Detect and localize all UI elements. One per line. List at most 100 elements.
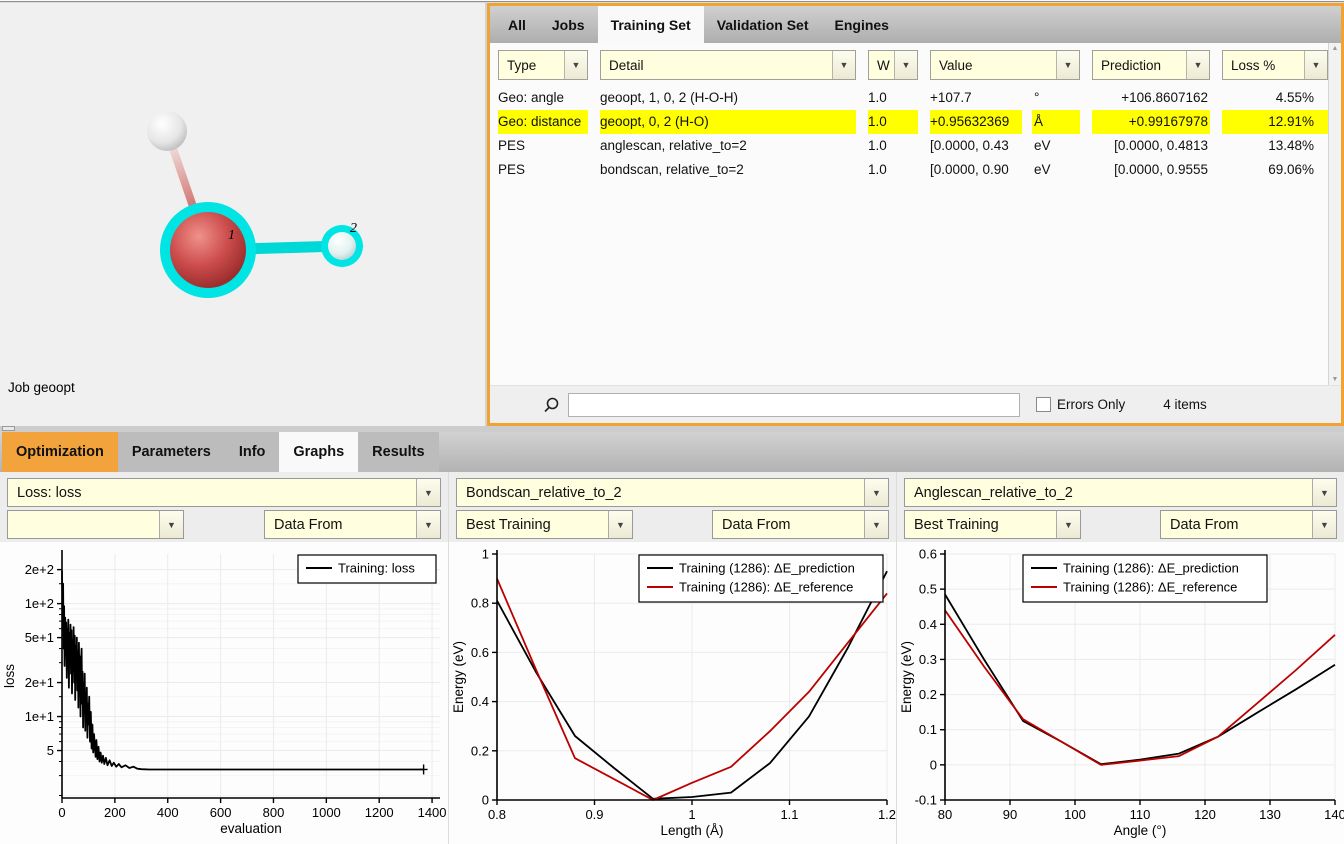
graph-source-dropdown[interactable]: Anglescan_relative_to_2 ▼ bbox=[904, 478, 1337, 507]
chevron-down-icon[interactable]: ▼ bbox=[1056, 511, 1080, 538]
svg-text:5: 5 bbox=[47, 743, 54, 758]
hydrogen2-atom[interactable] bbox=[328, 232, 356, 260]
cell-prediction: [0.0000, 0.9555 bbox=[1092, 158, 1210, 182]
column-header-prediction[interactable]: Prediction▼ bbox=[1092, 50, 1210, 80]
cell-type: Geo: distance bbox=[498, 110, 588, 134]
training-data-panel: All Jobs Training Set Validation Set Eng… bbox=[487, 3, 1344, 426]
svg-text:130: 130 bbox=[1259, 807, 1281, 822]
oxygen-atom[interactable] bbox=[170, 212, 246, 288]
svg-text:0.8: 0.8 bbox=[488, 807, 506, 822]
optimization-tabbar: Optimization Parameters Info Graphs Resu… bbox=[0, 432, 1344, 472]
series-select-dropdown[interactable]: Best Training ▼ bbox=[456, 510, 633, 539]
chevron-down-icon[interactable]: ▼ bbox=[1312, 479, 1336, 506]
column-header-w[interactable]: W▼ bbox=[868, 50, 918, 80]
data-from-dropdown[interactable]: Data From▼ bbox=[1160, 510, 1337, 539]
optimization-panel: Optimization Parameters Info Graphs Resu… bbox=[0, 432, 1344, 844]
cell-detail: anglescan, relative_to=2 bbox=[600, 134, 856, 158]
table-row[interactable]: Geo: anglegeoopt, 1, 0, 2 (H-O-H)1.0+107… bbox=[490, 86, 1341, 110]
hydrogen1-atom[interactable] bbox=[147, 111, 187, 151]
table-header-row: Type▼ Detail ▼ W▼ Value▼ Prediction▼ Loss… bbox=[490, 50, 1341, 80]
table-scrollbar[interactable]: ▲ ▼ bbox=[1328, 43, 1341, 385]
splitter-handle[interactable] bbox=[2, 426, 15, 431]
svg-text:Angle (°): Angle (°) bbox=[1114, 823, 1167, 838]
data-from-dropdown[interactable]: Data From▼ bbox=[264, 510, 441, 539]
tab-graphs[interactable]: Graphs bbox=[279, 432, 358, 472]
tab-info[interactable]: Info bbox=[225, 432, 280, 472]
column-header-value[interactable]: Value▼ bbox=[930, 50, 1080, 80]
chevron-down-icon[interactable]: ▼ bbox=[608, 511, 632, 538]
job-caption: Job geoopt bbox=[8, 380, 75, 395]
svg-text:2e+2: 2e+2 bbox=[25, 562, 54, 577]
molecule-viewer[interactable]: 1 2 Job geoopt bbox=[0, 3, 487, 426]
value-unit: ° bbox=[1032, 86, 1080, 110]
tab-results[interactable]: Results bbox=[358, 432, 438, 472]
loss-chart: 02004006008001000120014002e+21e+25e+12e+… bbox=[0, 542, 448, 844]
column-header-detail[interactable]: Detail ▼ bbox=[600, 50, 856, 80]
tab-validation-set[interactable]: Validation Set bbox=[704, 6, 822, 43]
errors-only-checkbox[interactable] bbox=[1036, 397, 1051, 412]
search-input[interactable] bbox=[568, 393, 1020, 417]
data-from-dropdown[interactable]: Data From ▼ bbox=[712, 510, 889, 539]
scroll-down-icon[interactable]: ▼ bbox=[1329, 376, 1341, 383]
cell-weight: 1.0 bbox=[868, 158, 918, 182]
svg-text:0.9: 0.9 bbox=[585, 807, 603, 822]
svg-text:5e+1: 5e+1 bbox=[25, 630, 54, 645]
atom-label-2: 2 bbox=[350, 221, 357, 236]
value-unit: Å bbox=[1032, 110, 1080, 134]
dropdown-value: Data From bbox=[713, 517, 791, 533]
chevron-down-icon[interactable]: ▼ bbox=[1056, 51, 1079, 79]
svg-text:0: 0 bbox=[482, 793, 489, 808]
dropdown-value: Bondscan_relative_to_2 bbox=[457, 485, 622, 501]
chevron-down-icon[interactable]: ▼ bbox=[416, 511, 440, 538]
molecule-canvas[interactable]: 1 2 bbox=[0, 3, 485, 426]
column-header-loss[interactable]: Loss %▼ bbox=[1222, 50, 1328, 80]
svg-text:400: 400 bbox=[157, 805, 179, 820]
svg-text:0.1: 0.1 bbox=[919, 722, 937, 737]
chevron-down-icon[interactable]: ▼ bbox=[864, 511, 888, 538]
svg-text:1: 1 bbox=[482, 547, 489, 562]
chevron-down-icon[interactable]: ▼ bbox=[894, 51, 917, 79]
tab-optimization[interactable]: Optimization bbox=[2, 432, 118, 472]
cell-weight: 1.0 bbox=[868, 110, 918, 134]
tab-engines[interactable]: Engines bbox=[822, 6, 902, 43]
chevron-down-icon[interactable]: ▼ bbox=[1304, 51, 1327, 79]
series-select-dropdown[interactable]: ▼ bbox=[7, 510, 184, 539]
cell-prediction: +106.8607162 bbox=[1092, 86, 1210, 110]
chevron-down-icon[interactable]: ▼ bbox=[1312, 511, 1336, 538]
svg-text:2e+1: 2e+1 bbox=[25, 675, 54, 690]
dropdown-value: Anglescan_relative_to_2 bbox=[905, 485, 1073, 501]
tab-all[interactable]: All bbox=[495, 6, 539, 43]
table-body: Geo: anglegeoopt, 1, 0, 2 (H-O-H)1.0+107… bbox=[490, 86, 1341, 182]
svg-text:0.4: 0.4 bbox=[471, 694, 489, 709]
svg-text:100: 100 bbox=[1064, 807, 1086, 822]
cell-weight: 1.0 bbox=[868, 86, 918, 110]
svg-text:80: 80 bbox=[938, 807, 952, 822]
chevron-down-icon[interactable]: ▼ bbox=[416, 479, 440, 506]
dropdown-value: Best Training bbox=[457, 517, 551, 533]
column-label: Detail bbox=[601, 58, 644, 73]
column-header-type[interactable]: Type▼ bbox=[498, 50, 588, 80]
tab-parameters[interactable]: Parameters bbox=[118, 432, 225, 472]
chevron-down-icon[interactable]: ▼ bbox=[159, 511, 183, 538]
tab-jobs[interactable]: Jobs bbox=[539, 6, 598, 43]
cell-loss: 13.48% bbox=[1222, 134, 1328, 158]
chevron-down-icon[interactable]: ▼ bbox=[564, 51, 587, 79]
graph-source-dropdown[interactable]: Loss: loss▼ bbox=[7, 478, 441, 507]
svg-text:110: 110 bbox=[1130, 807, 1151, 822]
series-select-dropdown[interactable]: Best Training▼ bbox=[904, 510, 1081, 539]
table-row[interactable]: Geo: distancegeoopt, 0, 2 (H-O)1.0+0.956… bbox=[490, 110, 1341, 134]
chevron-down-icon[interactable]: ▼ bbox=[832, 51, 855, 79]
chevron-down-icon[interactable]: ▼ bbox=[864, 479, 888, 506]
cell-value: +107.7° bbox=[930, 86, 1080, 110]
scroll-up-icon[interactable]: ▲ bbox=[1329, 45, 1341, 52]
chevron-down-icon[interactable]: ▼ bbox=[1186, 51, 1209, 79]
svg-text:loss: loss bbox=[2, 664, 17, 688]
svg-text:0.6: 0.6 bbox=[471, 645, 489, 660]
svg-text:0.2: 0.2 bbox=[471, 743, 489, 758]
cell-prediction: [0.0000, 0.4813 bbox=[1092, 134, 1210, 158]
graph-source-dropdown[interactable]: Bondscan_relative_to_2 ▼ bbox=[456, 478, 889, 507]
tab-training-set[interactable]: Training Set bbox=[598, 6, 704, 43]
table-row[interactable]: PESbondscan, relative_to=21.0[0.0000, 0.… bbox=[490, 158, 1341, 182]
table-footer: Errors Only 4 items bbox=[490, 385, 1341, 423]
table-row[interactable]: PESanglescan, relative_to=21.0[0.0000, 0… bbox=[490, 134, 1341, 158]
